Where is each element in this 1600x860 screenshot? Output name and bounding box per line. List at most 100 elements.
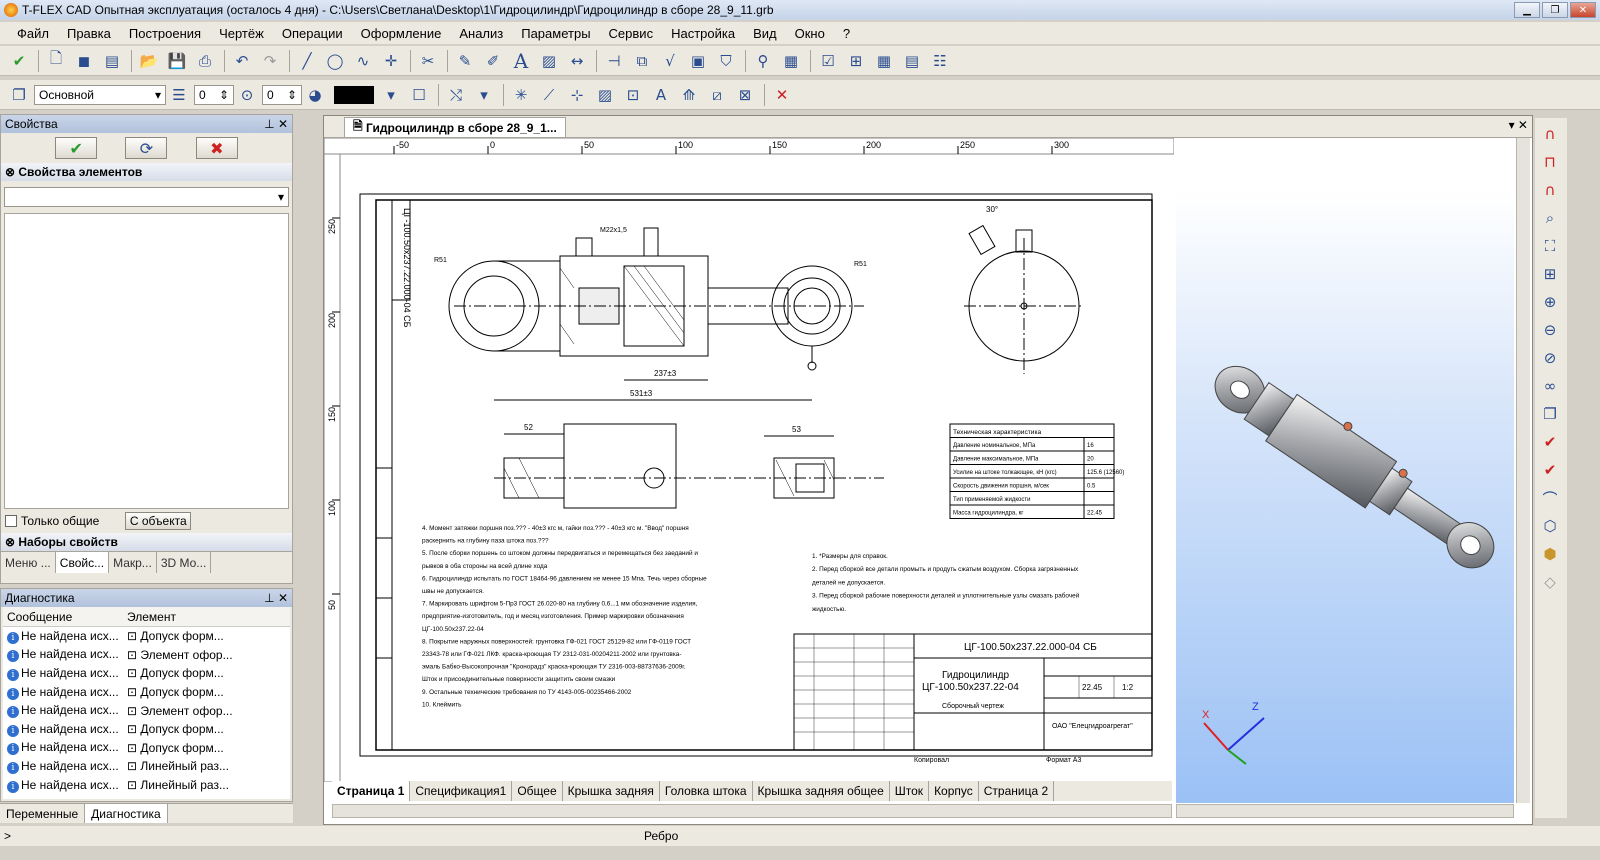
page-tab-spec[interactable]: Спецификация1: [410, 781, 513, 801]
filter-image-icon[interactable]: ⊠: [732, 83, 758, 107]
filter-line-icon[interactable]: ⟋: [536, 83, 562, 107]
page-tab-rod-head[interactable]: Головка штока: [660, 781, 753, 801]
color-picker-icon[interactable]: ◕: [302, 83, 328, 107]
magnet-icon[interactable]: ∩: [1537, 122, 1563, 146]
snap-options-icon[interactable]: ▾: [471, 83, 497, 107]
drawing-canvas[interactable]: -50 0 50 100 150 200 250 300 250 200 150 100 50 ЦГ-…: [324, 138, 1174, 782]
trim-tool-icon[interactable]: ✂: [415, 49, 441, 73]
section-element-properties[interactable]: ⊗ Свойства элементов: [1, 163, 292, 181]
horizontal-scrollbar[interactable]: [332, 804, 1172, 818]
image-icon[interactable]: ▣: [685, 49, 711, 73]
filter-hatch-icon[interactable]: ▨: [592, 83, 618, 107]
open-icon[interactable]: 📂: [136, 49, 162, 73]
new-3d-icon[interactable]: ◼: [71, 49, 97, 73]
options-icon[interactable]: ☐: [406, 83, 432, 107]
tolerance-icon[interactable]: ⊣: [601, 49, 627, 73]
magnet-toggle-icon[interactable]: ⊓: [1537, 150, 1563, 174]
cancel-button[interactable]: ✖: [195, 137, 238, 159]
page-tab-rod[interactable]: Шток: [890, 781, 930, 801]
diagnostic-row[interactable]: i Не найдена исх... ⊡ Допуск форм...: [3, 739, 290, 758]
tab-properties[interactable]: Свойс...: [55, 552, 110, 573]
filter-fragment-icon[interactable]: ⧄: [704, 83, 730, 107]
tab-3d-model[interactable]: 3D Мо...: [157, 552, 212, 573]
menu-formatting[interactable]: Оформление: [352, 26, 451, 41]
section-property-sets[interactable]: ⊗ Наборы свойств: [1, 533, 292, 551]
zoom-extents-icon[interactable]: ⊞: [1537, 262, 1563, 286]
refresh-button[interactable]: ⟳: [125, 137, 168, 159]
checklist-icon[interactable]: ☑: [815, 49, 841, 73]
filter-text-icon[interactable]: A: [648, 83, 674, 107]
layer-stepper[interactable]: 0 ⇕: [194, 84, 234, 105]
maximize-icon[interactable]: ❐: [1542, 2, 1568, 18]
level-stepper[interactable]: 0 ⇕: [262, 84, 302, 105]
table-icon[interactable]: ▦: [871, 49, 897, 73]
check-multi-icon[interactable]: ✔: [1537, 458, 1563, 482]
menu-service[interactable]: Сервис: [600, 26, 663, 41]
snap-icon[interactable]: ⤭: [443, 83, 469, 107]
tab-menu[interactable]: Меню ...: [1, 552, 56, 573]
calculator-icon[interactable]: ▦: [778, 49, 804, 73]
zoom-fit-icon[interactable]: ⛶: [1537, 234, 1563, 258]
diagnostic-row[interactable]: i Не найдена исх... ⊡ Допуск форм...: [3, 627, 290, 646]
diagnostic-row[interactable]: i Не найдена исх... ⊡ Линейный раз...: [3, 776, 290, 795]
ok-button[interactable]: ✔: [55, 137, 98, 159]
undo-icon[interactable]: ↶: [229, 49, 255, 73]
shaded-cube-icon[interactable]: ⬢: [1537, 542, 1563, 566]
page-tab-back-cover[interactable]: Крышка задняя: [563, 781, 660, 801]
print-icon[interactable]: ⎙: [192, 49, 218, 73]
sketch-tool-icon[interactable]: ✎: [452, 49, 478, 73]
doc-close-icon[interactable]: ▾ ✕: [1509, 118, 1528, 132]
menu-analysis[interactable]: Анализ: [450, 26, 512, 41]
measure-icon[interactable]: ⚲: [750, 49, 776, 73]
diagnostic-row[interactable]: i Не найдена исх... ⊡ Линейный раз...: [3, 757, 290, 776]
menu-settings[interactable]: Настройка: [662, 26, 744, 41]
document-tab[interactable]: 🗎 Гидроцилиндр в сборе 28_9_1...: [344, 117, 566, 137]
zoom-in-icon[interactable]: ⊕: [1537, 290, 1563, 314]
report-icon[interactable]: ▤: [899, 49, 925, 73]
windows-icon[interactable]: ❐: [1537, 402, 1563, 426]
menu-file[interactable]: Файл: [8, 26, 58, 41]
col-element[interactable]: Элемент: [123, 610, 283, 624]
filter-arc-icon[interactable]: ⟰: [676, 83, 702, 107]
menu-parameters[interactable]: Параметры: [512, 26, 599, 41]
view3d-scrollbar[interactable]: [1176, 804, 1514, 818]
check-cube-icon[interactable]: ✔: [1537, 430, 1563, 454]
dimension-tool-icon[interactable]: ↔: [564, 49, 590, 73]
menu-window[interactable]: Окно: [786, 26, 834, 41]
tab-variables[interactable]: Переменные: [0, 804, 86, 823]
menu-edit[interactable]: Правка: [58, 26, 120, 41]
tab-macros[interactable]: Макр...: [109, 552, 157, 573]
filter-node-icon[interactable]: ⊹: [564, 83, 590, 107]
delete-icon[interactable]: ✕: [769, 83, 795, 107]
circle-tool-icon[interactable]: ◯: [322, 49, 348, 73]
spec-icon[interactable]: ☷: [927, 49, 953, 73]
menu-help[interactable]: ?: [834, 26, 859, 41]
diagnostic-row[interactable]: i Не найдена исх... ⊡ Элемент офор...: [3, 701, 290, 720]
color-swatch[interactable]: [334, 85, 374, 104]
menu-construct[interactable]: Построения: [120, 26, 210, 41]
redo-icon[interactable]: ↷: [257, 49, 283, 73]
page-tab-2[interactable]: Страница 2: [979, 781, 1055, 801]
from-object-button[interactable]: С объекта: [125, 512, 192, 530]
magnet-snap-icon[interactable]: ∩: [1537, 178, 1563, 202]
save-icon[interactable]: 💾: [164, 49, 190, 73]
style-combo[interactable]: Основной ▾: [34, 84, 166, 105]
view-glasses-icon[interactable]: ∞: [1537, 374, 1563, 398]
check-icon[interactable]: ⛉: [713, 49, 739, 73]
variables-icon[interactable]: ⊞: [843, 49, 869, 73]
menu-view[interactable]: Вид: [744, 26, 786, 41]
roughness-icon[interactable]: √: [657, 49, 683, 73]
section-icon[interactable]: ⌒: [1537, 486, 1563, 510]
diagnostic-row[interactable]: i Не найдена исх... ⊡ Допуск форм...: [3, 683, 290, 702]
page-tab-body[interactable]: Корпус: [929, 781, 979, 801]
vertical-scrollbar[interactable]: [1516, 138, 1530, 803]
spline-tool-icon[interactable]: ∿: [350, 49, 376, 73]
confirm-icon[interactable]: ✔: [6, 49, 32, 73]
page-tab-back-cover-general[interactable]: Крышка задняя общее: [753, 781, 890, 801]
view-3d[interactable]: X Z: [1176, 138, 1514, 803]
menu-drawing[interactable]: Чертёж: [210, 26, 273, 41]
pin-close-icon[interactable]: ⊥ ✕: [264, 117, 288, 131]
only-common-checkbox[interactable]: [5, 515, 17, 527]
filter-dim-icon[interactable]: ⊡: [620, 83, 646, 107]
pin-close-icon[interactable]: ⊥ ✕: [264, 591, 288, 605]
